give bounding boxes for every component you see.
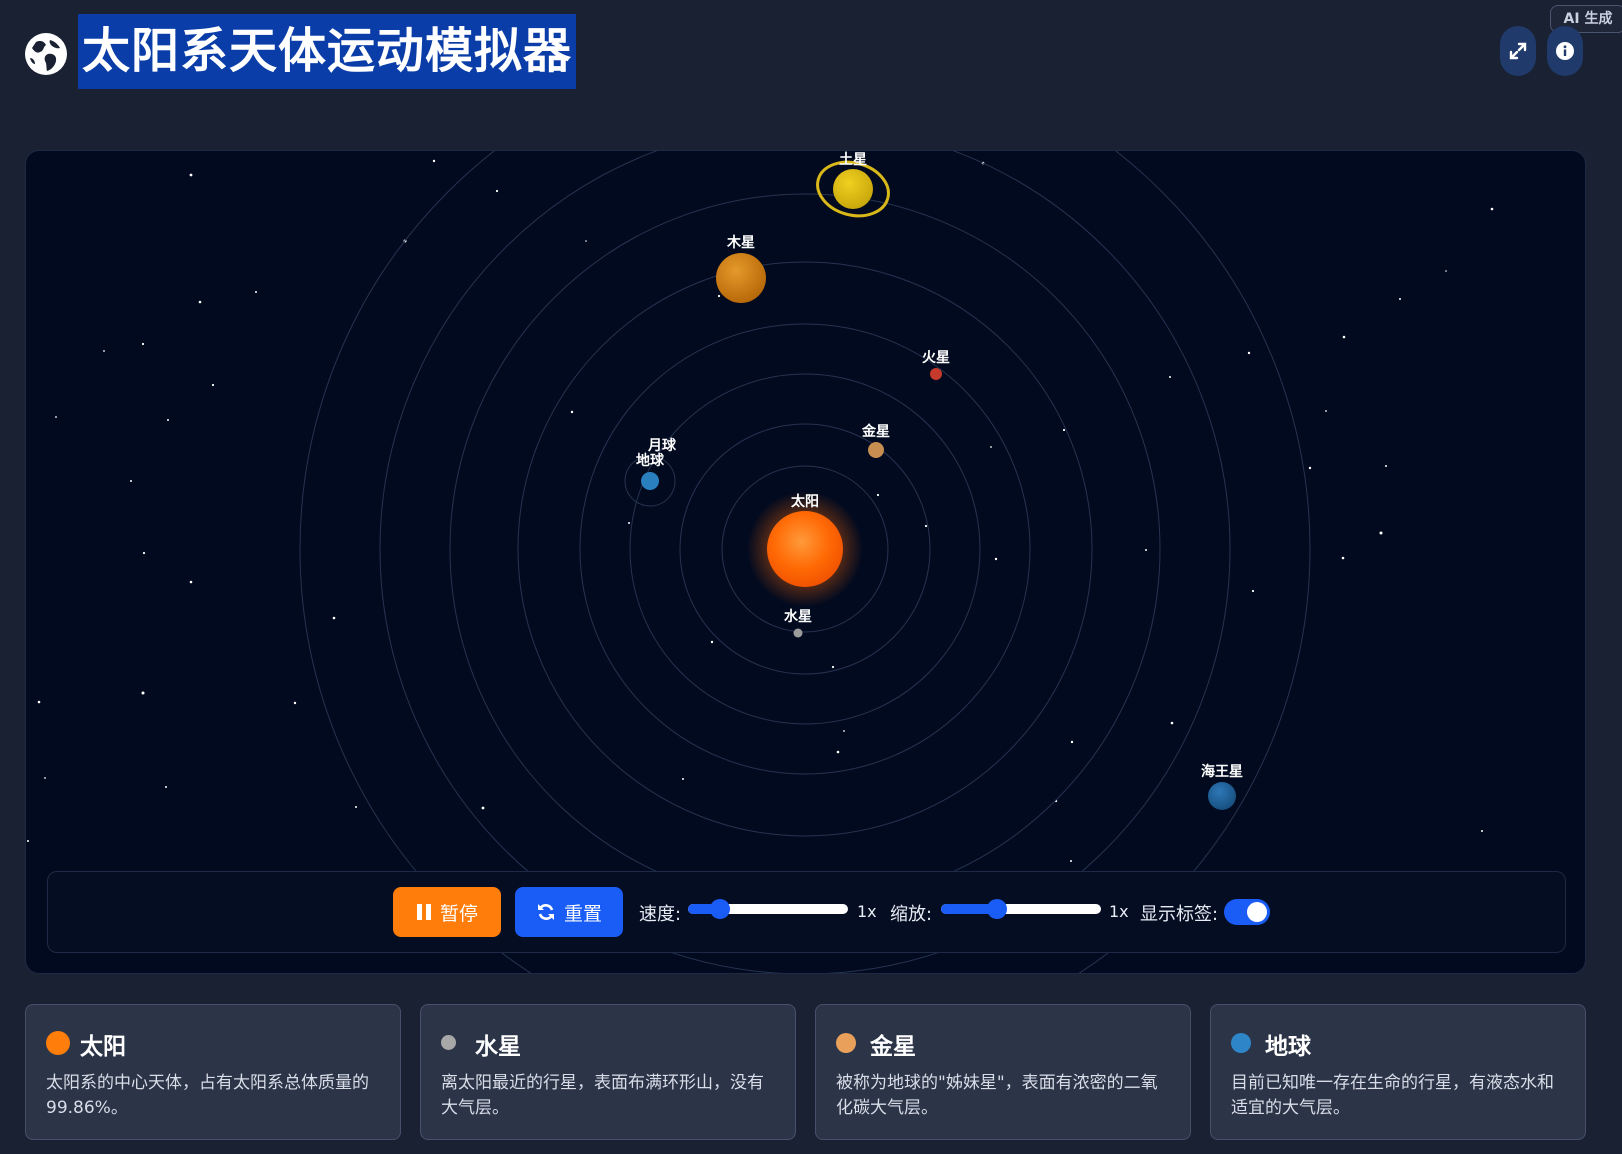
globe-icon [25, 33, 67, 75]
info-card-mercury: 水星 离太阳最近的行星，表面布满环形山，没有大气层。 [420, 1004, 796, 1140]
info-icon [1556, 42, 1574, 60]
speed-slider[interactable] [688, 899, 848, 919]
label-mercury: 水星 [784, 608, 812, 625]
pause-icon [416, 904, 431, 920]
sun-color-dot [46, 1031, 70, 1055]
label-earth: 地球 [636, 452, 665, 469]
control-bar: 暂停 重置 速度: 1x 缩放: 1x 显示标签: [47, 871, 1566, 953]
label-venus: 金星 [861, 423, 890, 440]
labels-toggle-label: 显示标签: [1140, 904, 1219, 925]
zoom-label: 缩放: [890, 904, 933, 925]
info-card-venus: 金星 被称为地球的"姊妹星"，表面有浓密的二氧化碳大气层。 [815, 1004, 1191, 1140]
card-description: 离太阳最近的行星，表面布满环形山，没有大气层。 [441, 1073, 764, 1118]
zoom-slider-thumb[interactable] [987, 899, 1007, 919]
label-mars: 火星 [922, 350, 950, 366]
speed-slider-thumb[interactable] [710, 899, 730, 919]
label-jupiter: 木星 [726, 234, 755, 251]
info-card-sun: 太阳 太阳系的中心天体，占有太阳系总体质量的99.86%。 [25, 1004, 401, 1140]
pause-button[interactable]: 暂停 [393, 887, 501, 937]
space-view: 太阳 水星 金星 月球 地球 火星 木星 土星 海王星 [27, 151, 1494, 973]
label-neptune: 海王星 [1201, 763, 1243, 780]
card-description: 被称为地球的"姊妹星"，表面有浓密的二氧化碳大气层。 [836, 1073, 1158, 1118]
zoom-slider[interactable] [941, 899, 1101, 919]
page-title: 太阳系天体运动模拟器 [78, 14, 577, 89]
label-moon: 月球 [647, 437, 677, 454]
info-button[interactable] [1547, 26, 1583, 76]
speed-value: 1x [857, 902, 877, 921]
label-saturn: 土星 [839, 151, 867, 168]
labels-toggle-knob [1247, 902, 1267, 922]
earth[interactable] [641, 472, 659, 490]
card-title: 地球 [1265, 1034, 1311, 1060]
reset-button[interactable]: 重置 [515, 887, 623, 937]
fullscreen-button[interactable] [1500, 26, 1536, 76]
neptune[interactable] [1208, 782, 1236, 810]
expand-icon [1509, 42, 1527, 60]
pause-label: 暂停 [439, 902, 478, 925]
zoom-value: 1x [1109, 902, 1129, 921]
jupiter[interactable] [716, 253, 766, 303]
card-description: 太阳系的中心天体，占有太阳系总体质量的99.86%。 [46, 1073, 369, 1118]
refresh-icon [537, 904, 554, 920]
mercury-color-dot [441, 1035, 456, 1050]
label-sun: 太阳 [791, 493, 819, 510]
venus-color-dot [836, 1033, 856, 1053]
solar-system-canvas[interactable]: 太阳 水星 金星 月球 地球 火星 木星 土星 海王星 暂停 重置 速度: 1x… [25, 150, 1586, 974]
info-card-earth: 地球 目前已知唯一存在生命的行星，有液态水和适宜的大气层。 [1210, 1004, 1586, 1140]
mercury[interactable] [793, 628, 803, 638]
venus[interactable] [868, 442, 884, 458]
earth-color-dot [1231, 1033, 1251, 1053]
speed-label: 速度: [639, 904, 682, 925]
labels-toggle[interactable] [1224, 899, 1270, 925]
mars[interactable] [930, 368, 942, 380]
card-description: 目前已知唯一存在生命的行星，有液态水和适宜的大气层。 [1231, 1073, 1554, 1118]
reset-label: 重置 [563, 902, 602, 925]
card-title: 金星 [870, 1034, 916, 1060]
card-title: 水星 [475, 1034, 521, 1060]
card-title: 太阳 [80, 1034, 126, 1060]
